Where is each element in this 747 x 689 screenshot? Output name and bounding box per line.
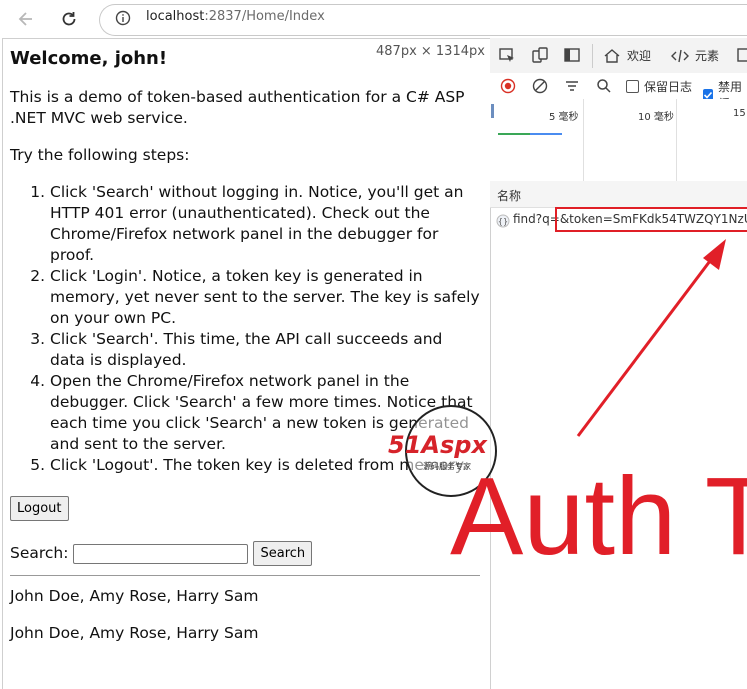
annotation-text: Auth T	[450, 455, 747, 578]
annotation-arrow	[576, 239, 726, 437]
